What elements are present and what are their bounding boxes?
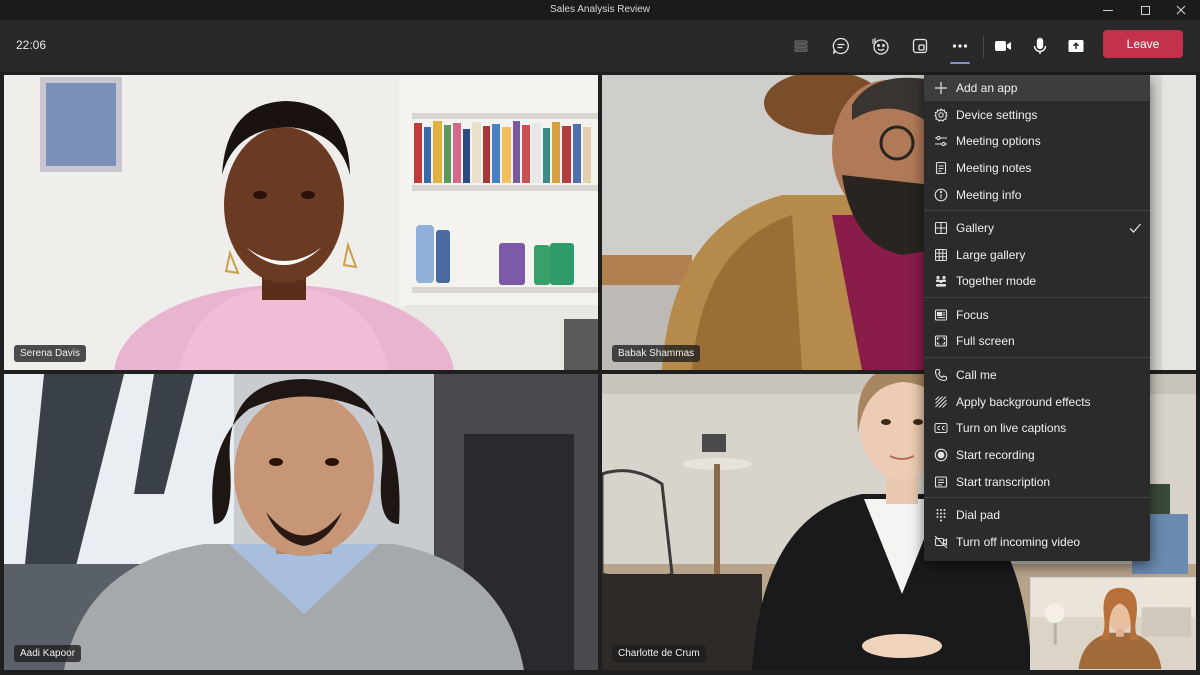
menu-item-device-settings[interactable]: Device settings — [924, 102, 1150, 128]
maximize-icon — [1140, 5, 1150, 15]
menu-item-dial-pad[interactable]: Dial pad — [924, 502, 1150, 528]
close-icon — [1176, 5, 1186, 15]
menu-divider — [924, 297, 1150, 298]
meeting-clock: 22:06 — [16, 38, 47, 52]
menu-item-label: Turn on live captions — [956, 421, 1067, 435]
chat-icon — [832, 37, 849, 55]
focus-icon — [933, 307, 949, 323]
minimize-button[interactable] — [1091, 0, 1125, 20]
video-off-icon — [933, 534, 949, 550]
background-effects-icon — [933, 394, 949, 410]
share-icon — [1068, 40, 1084, 52]
maximize-button[interactable] — [1128, 0, 1162, 20]
people-button[interactable] — [785, 30, 817, 62]
toolbar-divider — [983, 36, 984, 58]
menu-item-label: Call me — [956, 368, 997, 382]
plus-icon — [933, 80, 949, 96]
menu-item-label: Meeting options — [956, 134, 1041, 148]
reactions-button[interactable] — [864, 30, 896, 62]
menu-item-label: Add an app — [956, 81, 1018, 95]
phone-icon — [933, 367, 949, 383]
title-bar: Sales Analysis Review — [0, 0, 1200, 20]
window-title: Sales Analysis Review — [549, 4, 651, 15]
notes-icon — [933, 160, 949, 176]
participant-name-label: Aadi Kapoor — [14, 645, 82, 662]
record-icon — [933, 447, 949, 463]
menu-item-focus[interactable]: Focus — [924, 302, 1150, 328]
participant-video — [4, 374, 598, 670]
menu-item-label: Apply background effects — [956, 395, 1091, 409]
menu-item-start-transcription[interactable]: Start transcription — [924, 469, 1150, 495]
menu-item-full-screen[interactable]: Full screen — [924, 328, 1150, 354]
dialpad-icon — [933, 507, 949, 523]
menu-item-label: Gallery — [956, 221, 995, 235]
participant-video — [4, 75, 598, 370]
menu-item-label: Large gallery — [956, 248, 1026, 262]
menu-item-start-recording[interactable]: Start recording — [924, 442, 1150, 468]
video-tile-serena-davis[interactable]: Serena Davis — [4, 75, 598, 370]
participant-name-label: Babak Shammas — [612, 345, 701, 362]
menu-item-meeting-info[interactable]: Meeting info — [924, 182, 1150, 208]
menu-item-label: Meeting notes — [956, 161, 1032, 175]
chat-button[interactable] — [825, 30, 857, 62]
gallery-icon — [933, 220, 949, 236]
menu-item-meeting-options[interactable]: Meeting options — [924, 128, 1150, 154]
leave-button[interactable]: Leave — [1103, 30, 1183, 58]
info-icon — [933, 187, 949, 203]
menu-item-label: Focus — [956, 308, 989, 322]
close-window-button[interactable] — [1164, 0, 1198, 20]
menu-divider — [924, 210, 1150, 211]
participant-name-label: Serena Davis — [14, 345, 87, 362]
menu-item-label: Turn off incoming video — [956, 535, 1081, 549]
menu-item-label: Start transcription — [956, 475, 1051, 489]
gear-icon — [933, 107, 949, 123]
menu-item-turn-on-live-captions[interactable]: Turn on live captions — [924, 415, 1150, 441]
menu-item-label: Dial pad — [956, 508, 1001, 522]
captions-icon — [933, 420, 949, 436]
menu-item-gallery[interactable]: Gallery — [924, 215, 1150, 241]
meeting-toolbar: 22:06 Leave — [0, 20, 1200, 72]
together-mode-icon — [933, 273, 949, 289]
camera-icon — [995, 41, 1011, 51]
menu-divider — [924, 357, 1150, 358]
people-icon — [794, 40, 808, 52]
menu-divider — [924, 497, 1150, 498]
menu-item-label: Full screen — [956, 334, 1015, 348]
fullscreen-icon — [933, 333, 949, 349]
self-view-preview[interactable] — [1030, 577, 1196, 670]
menu-item-label: Start recording — [956, 448, 1035, 462]
menu-item-apply-background-effects[interactable]: Apply background effects — [924, 389, 1150, 415]
more-actions-menu: Add an app Device settings Meeting optio… — [924, 75, 1150, 561]
more-actions-button[interactable] — [944, 30, 976, 64]
breakout-rooms-button[interactable] — [904, 30, 936, 62]
checkmark-icon — [1129, 223, 1141, 233]
video-tile-aadi-kapoor[interactable]: Aadi Kapoor — [4, 374, 598, 670]
rooms-icon — [912, 38, 928, 54]
menu-item-large-gallery[interactable]: Large gallery — [924, 242, 1150, 268]
menu-item-label: Device settings — [956, 108, 1038, 122]
participant-name-label: Charlotte de Crum — [612, 645, 706, 662]
large-gallery-icon — [933, 247, 949, 263]
self-video — [1031, 578, 1195, 669]
more-icon — [952, 44, 968, 48]
menu-item-meeting-notes[interactable]: Meeting notes — [924, 155, 1150, 181]
sliders-icon — [933, 133, 949, 149]
menu-item-turn-off-incoming-video[interactable]: Turn off incoming video — [924, 529, 1150, 555]
reactions-icon — [872, 38, 889, 55]
share-screen-button[interactable] — [1060, 30, 1092, 62]
camera-button[interactable] — [987, 30, 1019, 62]
teams-meeting-window: Sales Analysis Review 22:06 Leave Serena… — [0, 0, 1200, 675]
menu-item-label: Meeting info — [956, 188, 1022, 202]
microphone-button[interactable] — [1024, 30, 1056, 62]
mic-icon — [1033, 37, 1047, 54]
menu-item-call-me[interactable]: Call me — [924, 362, 1150, 388]
menu-item-add-an-app[interactable]: Add an app — [924, 75, 1150, 101]
transcription-icon — [933, 474, 949, 490]
menu-item-label: Together mode — [956, 274, 1037, 288]
minimize-icon — [1103, 9, 1113, 11]
menu-item-together-mode[interactable]: Together mode — [924, 268, 1150, 294]
